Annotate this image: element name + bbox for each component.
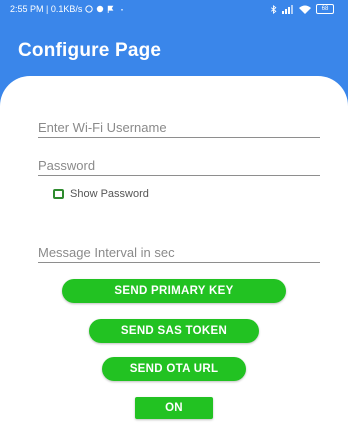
whatsapp-icon bbox=[85, 5, 94, 13]
status-bar: 2:55 PM | 0.1KB/s 68 bbox=[0, 0, 348, 20]
on-toggle-button[interactable]: ON bbox=[135, 397, 213, 419]
dot-icon bbox=[121, 9, 124, 11]
bluetooth-icon bbox=[270, 4, 277, 14]
status-right: 68 bbox=[270, 4, 334, 14]
send-sas-token-button[interactable]: SEND SAS TOKEN bbox=[89, 319, 259, 343]
checkbox-box[interactable] bbox=[53, 189, 64, 199]
notification-icon bbox=[97, 5, 104, 13]
show-password-label: Show Password bbox=[70, 188, 149, 200]
battery-indicator: 68 bbox=[316, 4, 334, 14]
wifi-icon bbox=[299, 5, 311, 14]
battery-level: 68 bbox=[316, 4, 334, 14]
flag-icon bbox=[108, 5, 114, 13]
message-interval-field bbox=[38, 242, 320, 263]
password-input[interactable] bbox=[38, 155, 320, 175]
wifi-username-input[interactable] bbox=[38, 117, 320, 137]
app-bar: Configure Page bbox=[0, 20, 348, 78]
message-interval-input[interactable] bbox=[38, 242, 320, 262]
password-field bbox=[38, 155, 320, 176]
status-time: 2:55 PM | 0.1KB/s bbox=[10, 4, 83, 14]
status-left: 2:55 PM | 0.1KB/s bbox=[10, 4, 126, 14]
send-primary-key-button[interactable]: SEND PRIMARY KEY bbox=[62, 279, 286, 303]
wifi-username-field bbox=[38, 117, 320, 138]
send-ota-url-button[interactable]: SEND OTA URL bbox=[102, 357, 246, 381]
show-password-checkbox[interactable]: Show Password bbox=[53, 188, 149, 200]
signal-icon bbox=[282, 4, 293, 14]
page-title: Configure Page bbox=[18, 40, 162, 61]
